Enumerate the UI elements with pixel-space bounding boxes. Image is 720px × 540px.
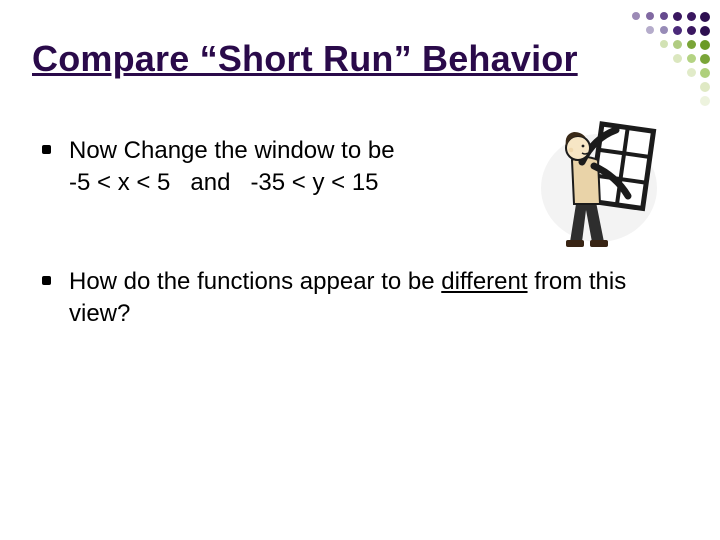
- slide-title: Compare “Short Run” Behavior: [32, 38, 578, 80]
- bullet-list: Now Change the window to be -5 < x < 5 a…: [42, 135, 652, 397]
- bullet-line: -5 < x < 5 and -35 < y < 15: [69, 169, 379, 196]
- bullet-text: How do the functions appear to be differ…: [69, 266, 652, 331]
- bullet-item: Now Change the window to be -5 < x < 5 a…: [42, 135, 652, 200]
- bullet-line: Now Change the window to be: [69, 137, 395, 164]
- bullet-item: How do the functions appear to be differ…: [42, 266, 652, 331]
- bullet-marker-icon: [42, 145, 51, 154]
- bullet-fragment: How do the functions appear to be: [69, 268, 441, 295]
- bullet-fragment-underlined: different: [441, 268, 527, 295]
- corner-dots-decoration: [602, 8, 712, 118]
- bullet-text: Now Change the window to be -5 < x < 5 a…: [69, 135, 395, 200]
- bullet-marker-icon: [42, 276, 51, 285]
